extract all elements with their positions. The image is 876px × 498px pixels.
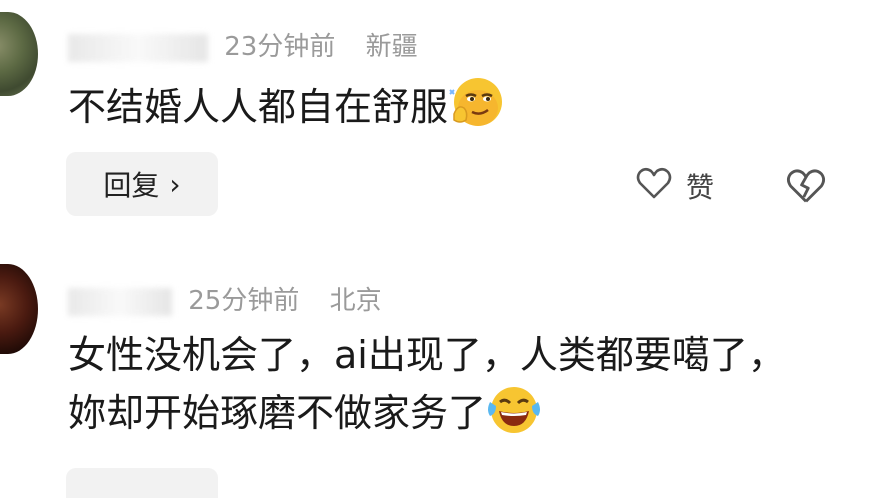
username-blurred[interactable] [68,33,208,62]
smirking-face-with-hand-emoji [448,74,503,126]
comment-time: 25分钟前 [188,286,300,316]
heart-icon [634,163,674,210]
comment-text: 女性没机会了，ai出现了，人类都要噶了， 妳却开始琢磨不做家务了 [68,326,786,442]
username-blurred[interactable] [68,287,172,316]
broken-heart-icon[interactable] [784,164,828,208]
laughing-tears-emoji [486,384,541,434]
comment-text-line: 女性没机会了，ai出现了，人类都要噶了， [68,333,786,377]
like-button[interactable]: 赞 [634,164,714,208]
comment-meta: 23分钟前 新疆 [68,26,418,63]
comment-text-line: 妳却开始琢磨不做家务了 [68,391,487,435]
comment-meta: 25分钟前 北京 [68,280,382,317]
avatar[interactable] [0,264,38,354]
comment-text-body: 不结婚人人都自在舒服 [68,85,449,129]
reply-button[interactable]: 回复 › [66,152,218,216]
comment-time: 23分钟前 [224,32,336,62]
comment-location: 北京 [329,286,382,316]
comment-item: 23分钟前 新疆 不结婚人人都自在舒服 回复 › 赞 [0,0,876,240]
avatar[interactable] [0,12,38,96]
reply-label: 回复 [103,169,160,202]
reply-button[interactable] [66,468,218,498]
comment-item: 25分钟前 北京 女性没机会了，ai出现了，人类都要噶了， 妳却开始琢磨不做家务… [0,262,876,498]
comment-location: 新疆 [365,32,418,62]
chevron-right-icon: › [169,167,181,201]
comment-text: 不结婚人人都自在舒服 [68,74,503,136]
like-label: 赞 [686,171,715,204]
comment-text-line-2: 妳却开始琢磨不做家务了 [68,384,786,442]
